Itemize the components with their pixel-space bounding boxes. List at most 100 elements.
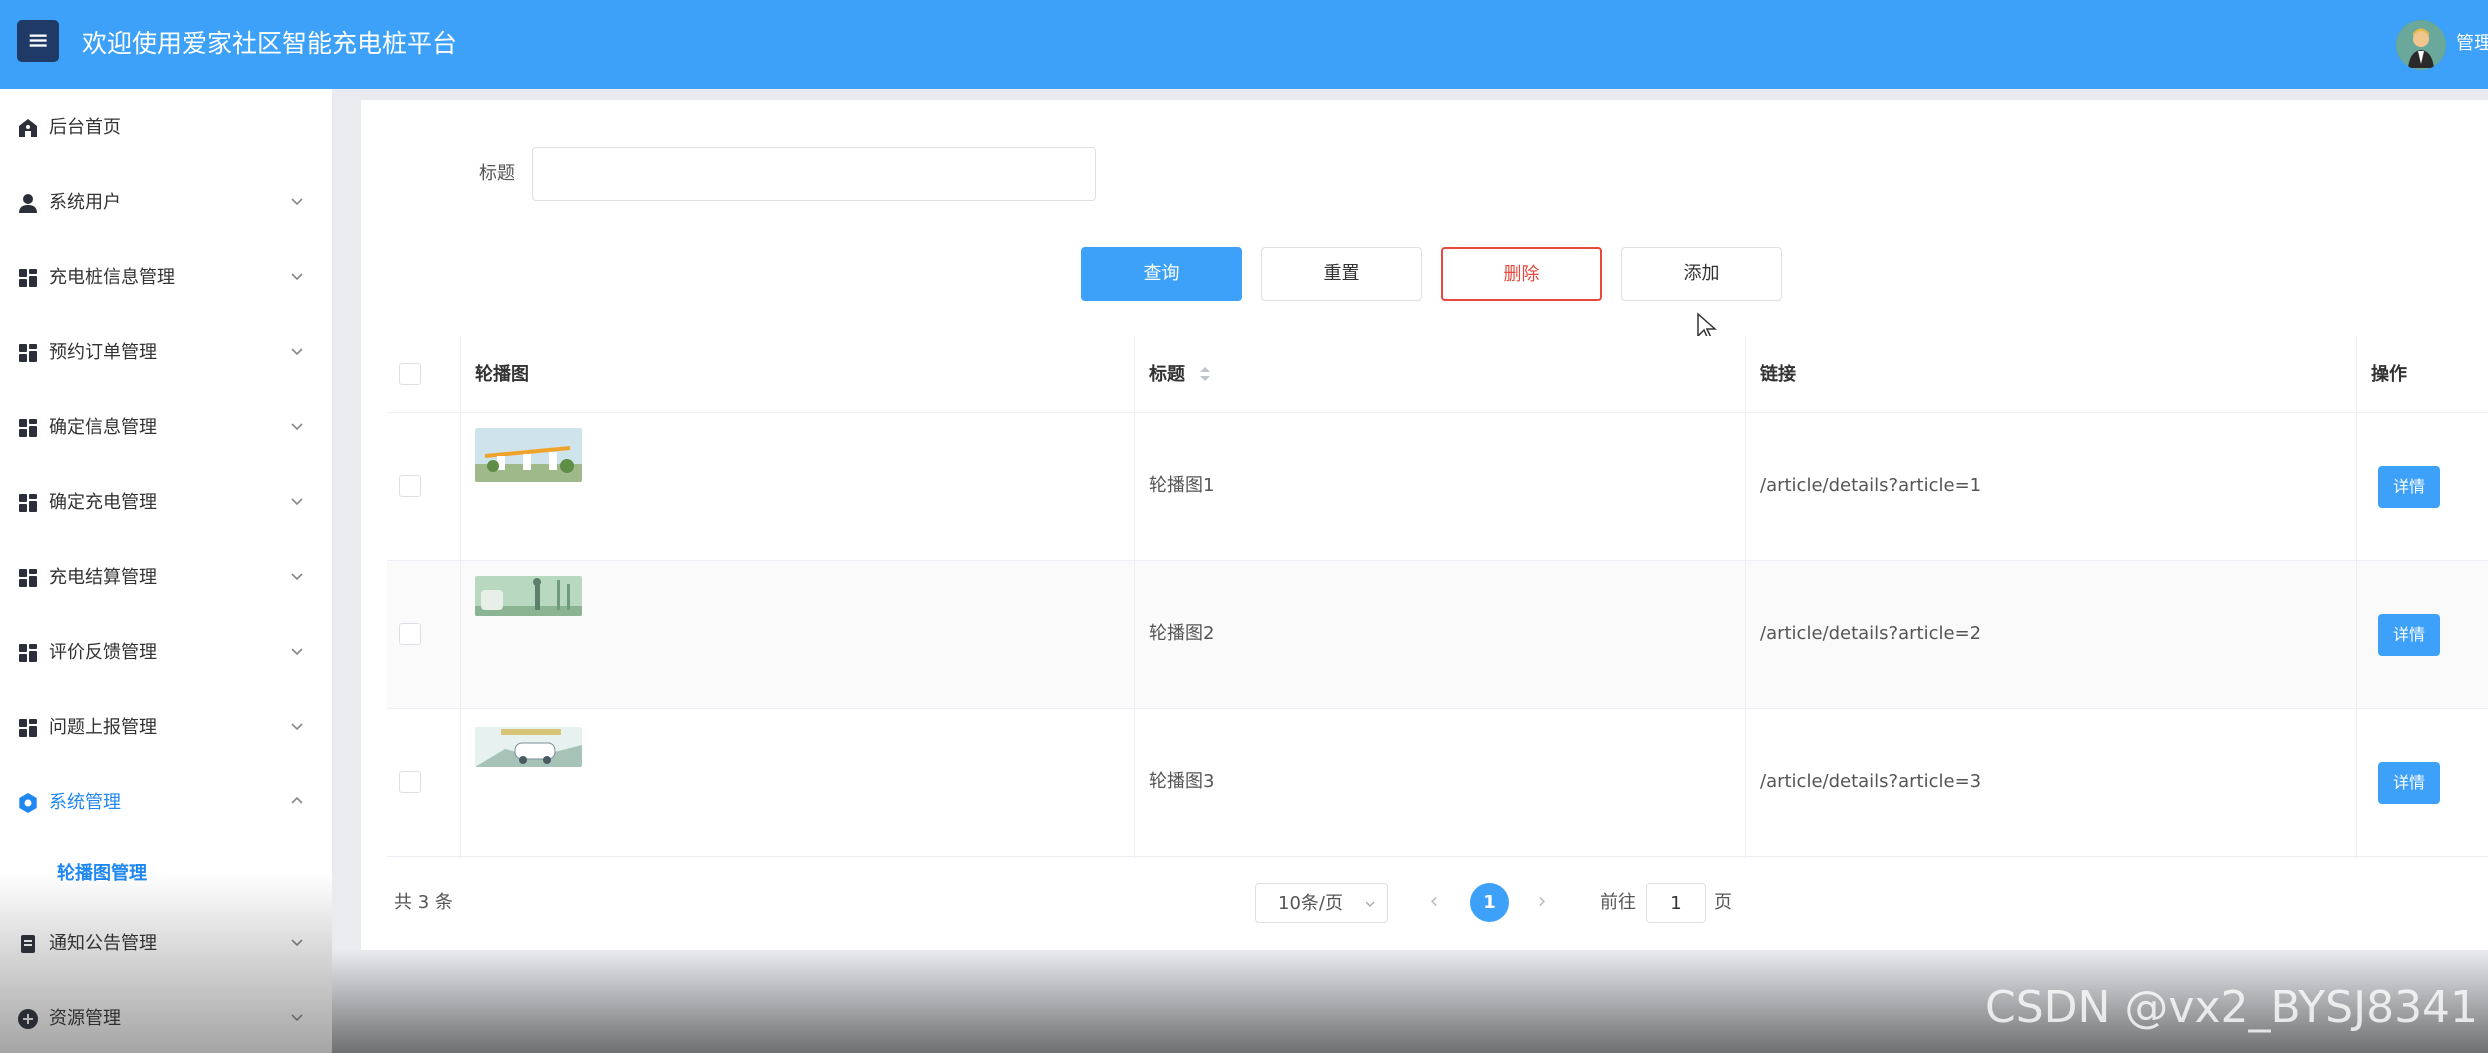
chevron-down-icon [291,423,303,431]
sidebar-item-confirm-info[interactable]: 确定信息管理 [0,398,332,458]
row-link: /article/details?article=3 [1760,771,1982,792]
chevron-down-icon [291,198,303,206]
sidebar-item-label: 系统用户 [49,192,121,213]
grid-icon [19,569,37,587]
row-title: 轮播图3 [1149,771,1215,792]
page-size-select[interactable]: 10条/页 [1255,883,1388,923]
chevron-down-icon [291,648,303,656]
column-divider [1745,336,1746,859]
sidebar-item-issue-report[interactable]: 问题上报管理 [0,698,332,758]
watermark: CSDN @vx2_BYSJ8341 [1985,982,2479,1033]
chevron-left-icon: ‹ [1429,889,1439,914]
sidebar-item-label: 轮播图管理 [57,863,147,884]
document-icon [21,935,35,953]
chevron-down-icon [291,348,303,356]
hamburger-menu-button[interactable]: ≡ [17,20,59,62]
sidebar-item-label: 问题上报管理 [49,717,157,738]
prev-page-button[interactable]: ‹ [1422,888,1446,916]
detail-button[interactable]: 详情 [2378,614,2440,656]
column-divider [2356,336,2357,859]
hamburger-icon: ≡ [26,25,50,56]
chevron-down-icon [1365,901,1375,907]
user-name[interactable]: 管理员 [2456,30,2488,58]
sort-icon[interactable] [1198,364,1212,384]
grid-icon [19,344,37,362]
sidebar-item-label: 后台首页 [49,117,121,138]
row-checkbox[interactable] [399,771,421,793]
sidebar-item-label: 确定信息管理 [49,417,157,438]
carousel-table: 轮播图 标题 链接 操作 轮播图1 /article/details?artic… [387,336,2488,859]
user-avatar-icon[interactable] [2396,20,2446,70]
grid-icon [19,269,37,287]
query-button[interactable]: 查询 [1081,247,1242,301]
column-divider [1134,336,1135,859]
sidebar-item-charger-info[interactable]: 充电桩信息管理 [0,248,332,308]
select-all-checkbox[interactable] [399,363,421,385]
sidebar-item-announcements[interactable]: 通知公告管理 [0,914,332,974]
add-button[interactable]: 添加 [1621,247,1782,301]
page-number-current[interactable]: 1 [1470,883,1509,922]
chevron-down-icon [291,723,303,731]
sidebar-item-system-management[interactable]: 系统管理 [0,773,332,833]
pagination-total: 共 3 条 [394,892,453,913]
chevron-right-icon: › [1537,889,1547,914]
sidebar-item-label: 充电桩信息管理 [49,267,175,288]
chevron-down-icon [291,498,303,506]
sidebar-item-confirm-charging[interactable]: 确定充电管理 [0,473,332,533]
sidebar-item-label: 评价反馈管理 [49,642,157,663]
delete-button[interactable]: 删除 [1441,247,1602,301]
table-header: 轮播图 标题 链接 操作 [387,336,2488,413]
column-header-link: 链接 [1760,364,1796,385]
sidebar-item-carousel-management[interactable]: 轮播图管理 [0,844,332,904]
sidebar-item-system-users[interactable]: 系统用户 [0,173,332,233]
column-header-title[interactable]: 标题 [1149,362,1185,388]
grid-icon [19,719,37,737]
sidebar-item-charging-settlement[interactable]: 充电结算管理 [0,548,332,608]
grid-icon [19,419,37,437]
carousel-thumbnail [475,576,582,616]
detail-button[interactable]: 详情 [2378,762,2440,804]
sidebar-item-booking-orders[interactable]: 预约订单管理 [0,323,332,383]
gear-icon [19,793,37,813]
chevron-down-icon [291,573,303,581]
user-icon [19,194,37,213]
column-header-image: 轮播图 [475,364,529,385]
chevron-up-icon [291,796,303,804]
sidebar-item-feedback[interactable]: 评价反馈管理 [0,623,332,683]
row-link: /article/details?article=1 [1760,475,1982,496]
sidebar-item-label: 通知公告管理 [49,933,157,954]
next-page-button[interactable]: › [1530,888,1554,916]
chevron-down-icon [291,939,303,947]
search-title-input[interactable] [532,147,1096,201]
sidebar-item-label: 资源管理 [49,1008,121,1029]
column-header-actions: 操作 [2371,364,2407,385]
column-divider [460,336,461,859]
sidebar-item-label: 确定充电管理 [49,492,157,513]
detail-button[interactable]: 详情 [2378,466,2440,508]
page-size-value: 10条/页 [1278,893,1343,914]
goto-suffix: 页 [1714,892,1732,913]
table-row: 轮播图2 /article/details?article=2 详情 [387,561,2488,709]
row-checkbox[interactable] [399,475,421,497]
plus-circle-icon [18,1009,38,1029]
goto-page-input[interactable] [1646,883,1706,923]
goto-label: 前往 [1600,892,1636,913]
top-bar: ≡ 欢迎使用爱家社区智能充电桩平台 管理员 [0,0,2488,89]
table-row: 轮播图3 /article/details?article=3 详情 [387,709,2488,857]
sidebar-item-home[interactable]: 后台首页 [0,98,332,158]
row-checkbox[interactable] [399,623,421,645]
grid-icon [19,494,37,512]
chevron-down-icon [291,273,303,281]
sidebar-item-label: 预约订单管理 [49,342,157,363]
reset-button[interactable]: 重置 [1261,247,1422,301]
app-title: 欢迎使用爱家社区智能充电桩平台 [82,29,458,58]
grid-icon [19,644,37,662]
carousel-thumbnail [475,727,582,767]
carousel-thumbnail [475,428,582,482]
row-link: /article/details?article=2 [1760,623,1982,644]
home-icon [19,119,37,137]
row-title: 轮播图1 [1149,475,1215,496]
sidebar-item-resources[interactable]: 资源管理 [0,989,332,1049]
sidebar-item-label: 充电结算管理 [49,567,157,588]
search-title-label: 标题 [479,163,515,184]
